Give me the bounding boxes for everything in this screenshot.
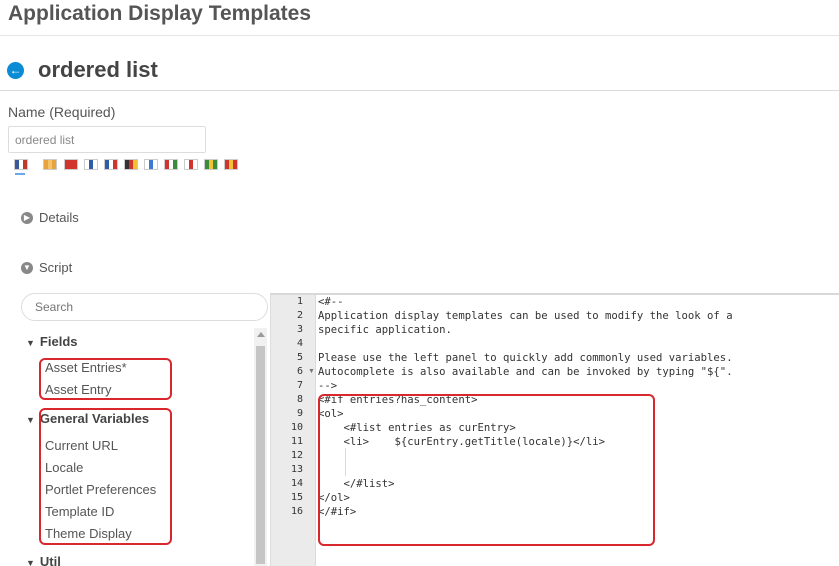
variable-locale[interactable]: Locale: [45, 460, 83, 475]
line-number: 6: [296, 366, 303, 377]
flag-br[interactable]: [204, 159, 218, 170]
group-util[interactable]: ▼ Util: [26, 554, 61, 566]
variable-theme-display[interactable]: Theme Display: [45, 526, 132, 541]
variable-asset-entries[interactable]: Asset Entries*: [45, 360, 127, 375]
script-panel-toggle[interactable]: ▼ Script: [21, 260, 72, 275]
code-line[interactable]: <ol>: [318, 408, 344, 420]
line-number-gutter: 1 2 3 4 5 6 7 8 9 10 11 12 13 14 15 16 ▼: [271, 293, 316, 566]
editor-top-border: [271, 293, 839, 295]
flag-il[interactable]: [144, 159, 158, 170]
variable-asset-entry[interactable]: Asset Entry: [45, 382, 111, 397]
code-line[interactable]: Please use the left panel to quickly add…: [318, 352, 733, 364]
code-line[interactable]: specific application.: [318, 324, 452, 336]
line-number: 12: [290, 450, 303, 461]
details-label: Details: [39, 210, 79, 225]
variables-scrollbar[interactable]: [254, 328, 267, 566]
line-number: 1: [296, 296, 303, 307]
variables-panel: ▼ Fields Asset Entries* Asset Entry ▼ Gene…: [21, 328, 268, 566]
variable-current-url[interactable]: Current URL: [45, 438, 118, 453]
flag-fi[interactable]: [84, 159, 98, 170]
title-divider: [0, 90, 839, 91]
flag-jp[interactable]: [184, 159, 198, 170]
code-line[interactable]: -->: [318, 380, 337, 392]
line-number: 2: [296, 310, 303, 321]
group-fields-label: Fields: [39, 334, 78, 349]
line-number: 14: [290, 478, 303, 489]
code-line[interactable]: Autocomplete is also available and can b…: [318, 366, 733, 378]
script-label: Script: [39, 260, 73, 275]
line-number: 9: [296, 408, 303, 419]
line-number: 3: [296, 324, 303, 335]
collapse-triangle-icon: ▼: [26, 338, 35, 348]
group-fields[interactable]: ▼ Fields: [26, 334, 78, 349]
line-number: 13: [290, 464, 303, 475]
line-number: 11: [290, 436, 303, 447]
name-input[interactable]: [8, 126, 206, 153]
collapse-triangle-icon: ▼: [26, 415, 35, 425]
group-general-label: General Variables: [39, 411, 150, 426]
page-header-title: Application Display Templates: [8, 2, 312, 25]
line-number: 4: [296, 338, 303, 349]
collapse-triangle-icon: ▼: [26, 558, 35, 566]
chevron-down-icon: ▼: [21, 261, 33, 274]
scrollbar-thumb[interactable]: [256, 346, 265, 564]
code-line[interactable]: <#if entries?has_content>: [318, 394, 477, 406]
code-line[interactable]: </#list>: [318, 478, 395, 490]
line-number: 8: [296, 394, 303, 405]
arrow-left-icon[interactable]: ←: [7, 62, 24, 79]
flag-fr[interactable]: [104, 159, 118, 170]
code-line[interactable]: <li> ${curEntry.getTitle(locale)}</li>: [318, 436, 606, 448]
selected-locale-indicator: [15, 173, 25, 175]
line-number: 7: [296, 380, 303, 391]
flag-es[interactable]: [224, 159, 238, 170]
line-number: 15: [290, 492, 303, 503]
scroll-up-icon[interactable]: [257, 332, 265, 337]
header-divider: [0, 35, 839, 36]
flag-cn[interactable]: [64, 159, 78, 170]
line-number: 16: [290, 506, 303, 517]
variable-portlet-preferences[interactable]: Portlet Preferences: [45, 482, 156, 497]
group-general-variables[interactable]: ▼ General Variables: [26, 411, 149, 426]
group-util-label: Util: [39, 554, 61, 566]
name-field-label: Name (Required): [8, 104, 116, 120]
code-line[interactable]: </#if>: [318, 506, 356, 518]
code-line[interactable]: <#list entries as curEntry>: [318, 422, 516, 434]
chevron-right-icon: ▶: [21, 211, 33, 224]
code-line[interactable]: </ol>: [318, 492, 350, 504]
flag-us[interactable]: [14, 159, 28, 170]
code-editor[interactable]: 1 2 3 4 5 6 7 8 9 10 11 12 13 14 15 16 ▼ <#-- Application…: [270, 293, 839, 566]
template-title: ordered list: [38, 57, 158, 82]
variable-template-id[interactable]: Template ID: [45, 504, 114, 519]
line-number: 5: [296, 352, 303, 363]
flag-ca[interactable]: [43, 159, 57, 170]
details-panel-toggle[interactable]: ▶ Details: [21, 210, 79, 225]
variable-search-input[interactable]: [21, 293, 268, 321]
fold-marker-icon[interactable]: ▼: [308, 368, 315, 375]
indent-guide: [345, 448, 346, 476]
line-number: 10: [290, 422, 303, 433]
flag-hu[interactable]: [164, 159, 178, 170]
code-line[interactable]: <#--: [318, 296, 344, 308]
code-line[interactable]: Application display templates can be use…: [318, 310, 733, 322]
flag-de[interactable]: [124, 159, 138, 170]
